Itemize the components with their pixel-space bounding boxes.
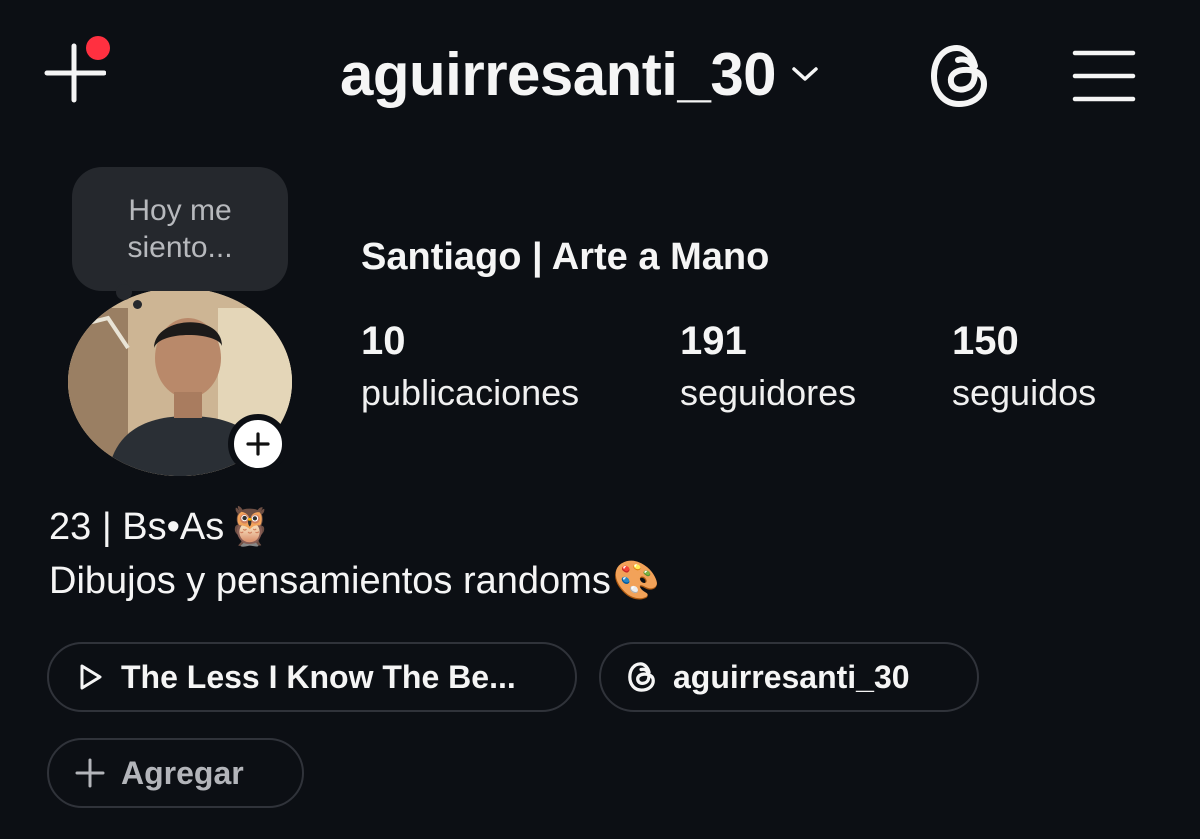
bio-line-2: Dibujos y pensamientos randoms 🎨 [49,554,660,608]
note-bubble-tail [116,284,132,300]
owl-emoji: 🦉 [226,506,274,548]
add-link-button[interactable]: Agregar [47,738,304,808]
note-text: Hoy me siento... [127,194,233,264]
threads-icon [628,662,655,692]
following-value: 150 [952,319,1019,363]
bio-line-2-text: Dibujos y pensamientos randoms [49,560,611,602]
following-count[interactable]: 150 seguidos [952,318,1096,422]
palette-emoji: 🎨 [612,560,661,602]
following-label: seguidos [952,372,1097,413]
music-link-label: The Less I Know The Be... [121,658,516,695]
account-switcher[interactable]: aguirresanti_30 [340,36,820,112]
posts-label: publicaciones [361,372,580,413]
posts-value: 10 [361,319,406,363]
play-icon [80,664,102,690]
followers-label: seguidores [680,372,857,413]
note-bubble-tail-dot [133,300,142,309]
followers-count[interactable]: 191 seguidores [680,318,856,422]
chevron-down-icon [792,67,818,81]
followers-value: 191 [680,319,747,363]
music-link-button[interactable]: The Less I Know The Be... [47,642,577,712]
bio-line-1: 23 | Bs•As 🦉 [49,500,660,554]
threads-button[interactable] [926,40,994,112]
posts-count[interactable]: 10 publicaciones [361,318,579,422]
note-bubble[interactable]: Hoy me siento... [72,167,288,291]
plus-icon [246,432,270,456]
menu-button[interactable] [1068,40,1140,112]
add-link-label: Agregar [121,754,244,791]
add-story-button[interactable] [228,414,288,474]
display-name: Santiago | Arte a Mano [361,236,770,278]
threads-link-label: aguirresanti_30 [673,658,910,695]
new-post-button[interactable] [38,36,110,108]
plus-icon [75,758,105,788]
threads-icon [930,44,988,108]
bio-line-1-text: 23 | Bs•As [49,506,225,548]
notification-dot [86,36,110,60]
hamburger-menu-icon [1072,50,1136,102]
threads-link-button[interactable]: aguirresanti_30 [599,642,979,712]
bio: 23 | Bs•As 🦉 Dibujos y pensamientos rando… [49,500,660,608]
header-username: aguirresanti_30 [340,40,777,108]
